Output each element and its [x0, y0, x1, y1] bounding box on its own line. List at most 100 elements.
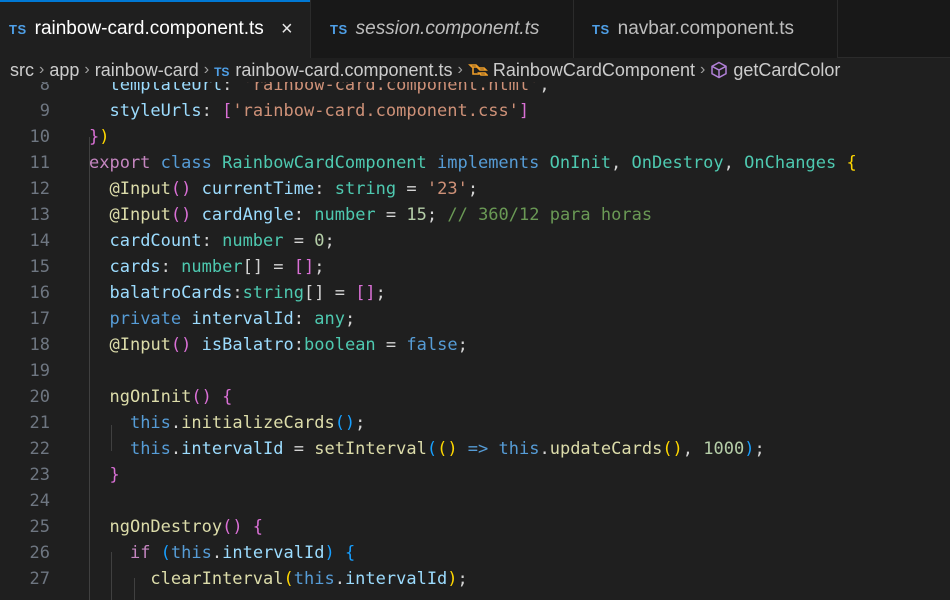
code-token: Input — [119, 335, 171, 355]
code-token: () — [222, 517, 253, 537]
code-token: any — [314, 309, 345, 329]
code-token: 1000 — [703, 439, 745, 459]
code-token: class — [160, 153, 223, 173]
code-line[interactable]: 11 export class RainbowCardComponent impl… — [0, 150, 950, 176]
tab-label: navbar.component.ts — [617, 18, 795, 39]
line-number: 21 — [29, 413, 50, 433]
tab-label: rainbow-card.component.ts — [34, 18, 264, 39]
code-token: ; — [324, 231, 335, 251]
code-token: string — [334, 179, 397, 199]
line-number: 24 — [29, 491, 50, 511]
typescript-file-icon: TS — [214, 64, 230, 79]
code-token: number — [222, 231, 284, 251]
code-line[interactable]: 21 this.initializeCards(); — [0, 410, 950, 436]
code-editor[interactable]: 8 templateUrl: 'rainbow-card.component.h… — [0, 82, 950, 600]
code-token: = — [375, 205, 407, 225]
code-token: @ — [109, 335, 120, 355]
code-token: [] — [293, 257, 315, 277]
code-line[interactable]: 8 templateUrl: 'rainbow-card.component.h… — [0, 82, 950, 98]
code-token: () — [334, 413, 356, 433]
code-token: ( — [160, 543, 171, 563]
code-token: intervalId — [191, 309, 294, 329]
line-number: 22 — [29, 439, 50, 459]
code-token: ) — [99, 127, 110, 147]
code-line[interactable]: 14 cardCount: number = 0; — [0, 228, 950, 254]
breadcrumb-class-label: RainbowCardComponent — [492, 59, 695, 80]
code-token: this — [498, 439, 540, 459]
tab-bar-empty-space — [838, 0, 950, 58]
code-line[interactable]: 26 if (this.intervalId) { — [0, 540, 950, 566]
code-text: @Input() isBalatro:boolean = false; — [89, 332, 468, 358]
code-line[interactable]: 27 clearInterval(this.intervalId); — [0, 566, 950, 592]
tab-rainbow-card-component[interactable]: TS rainbow-card.component.ts × — [0, 0, 311, 58]
breadcrumb-class[interactable]: RainbowCardComponent — [467, 59, 695, 81]
breadcrumb-method-label: getCardColor — [733, 59, 841, 80]
code-token: () — [170, 205, 202, 225]
typescript-file-icon: TS — [9, 21, 27, 37]
code-line[interactable]: 19 — [0, 358, 950, 384]
breadcrumb-src[interactable]: src — [10, 60, 34, 81]
code-token: { — [846, 153, 857, 173]
code-token: cardAngle — [201, 205, 294, 225]
code-line[interactable]: 18 @Input() isBalatro:boolean = false; — [0, 332, 950, 358]
breadcrumb-app[interactable]: app — [49, 60, 79, 81]
code-token: styleUrls — [109, 101, 202, 121]
code-token: 'rainbow-card.component.css' — [232, 101, 519, 121]
code-token: ; — [754, 439, 765, 459]
code-line[interactable]: 23 } — [0, 462, 950, 488]
code-line[interactable]: 9 styleUrls: ['rainbow-card.component.cs… — [0, 98, 950, 124]
code-token: . — [170, 413, 182, 433]
code-line[interactable]: 24 — [0, 488, 950, 514]
code-token: cards — [109, 257, 161, 277]
code-line[interactable]: 10}) — [0, 124, 950, 150]
code-line[interactable]: 15 cards: number[] = []; — [0, 254, 950, 280]
code-token: this — [129, 413, 171, 433]
chevron-right-icon: › — [699, 61, 706, 78]
code-token: OnDestroy — [631, 153, 724, 173]
code-token: ; — [314, 257, 325, 277]
code-text: balatroCards:string[] = []; — [89, 280, 386, 306]
code-token: setInterval — [314, 439, 427, 459]
breadcrumb-rainbow-card-folder[interactable]: rainbow-card — [95, 60, 199, 81]
code-token: this — [170, 543, 212, 563]
close-icon[interactable]: × — [276, 18, 298, 41]
code-token: this — [293, 569, 335, 589]
breadcrumb: src › app › rainbow-card › TS rainbow-car… — [0, 58, 950, 82]
breadcrumb-file[interactable]: TS rainbow-card.component.ts — [214, 60, 452, 81]
line-number: 19 — [29, 361, 50, 381]
code-token: () — [191, 387, 223, 407]
code-token: : — [293, 309, 315, 329]
code-token: : — [160, 257, 182, 277]
code-line[interactable]: 22 this.intervalId = setInterval(() => t… — [0, 436, 950, 462]
code-line[interactable]: 25 ngOnDestroy() { — [0, 514, 950, 540]
breadcrumb-file-label: rainbow-card.component.ts — [235, 59, 453, 80]
line-number: 27 — [29, 569, 50, 589]
line-number: 25 — [29, 517, 50, 537]
code-text: private intervalId: any; — [89, 306, 355, 332]
code-token: = — [375, 335, 407, 355]
code-token: : — [293, 335, 305, 355]
breadcrumb-method[interactable]: getCardColor — [710, 60, 840, 81]
code-token: intervalId — [344, 569, 448, 589]
code-token: private — [109, 309, 192, 329]
code-text: cards: number[] = []; — [89, 254, 325, 280]
code-token: cardCount — [109, 231, 202, 251]
code-line[interactable]: 13 @Input() cardAngle: number = 15; // 3… — [0, 202, 950, 228]
code-line[interactable]: 20 ngOnInit() { — [0, 384, 950, 410]
tab-session-component[interactable]: TS session.component.ts — [311, 0, 574, 58]
code-token: () — [170, 179, 202, 199]
code-line[interactable]: 12 @Input() currentTime: string = '23'; — [0, 176, 950, 202]
code-token: ; — [375, 283, 386, 303]
code-token: = — [324, 283, 356, 303]
code-text: this.initializeCards(); — [89, 410, 365, 436]
code-line[interactable]: 16 balatroCards:string[] = []; — [0, 280, 950, 306]
code-line[interactable]: 17 private intervalId: any; — [0, 306, 950, 332]
code-text: @Input() currentTime: string = '23'; — [89, 176, 478, 202]
code-token: ; — [457, 335, 468, 355]
code-token: RainbowCardComponent — [222, 153, 438, 173]
code-token: () — [170, 335, 202, 355]
code-token: updateCards — [549, 439, 663, 459]
tab-navbar-component[interactable]: TS navbar.component.ts — [574, 0, 838, 58]
